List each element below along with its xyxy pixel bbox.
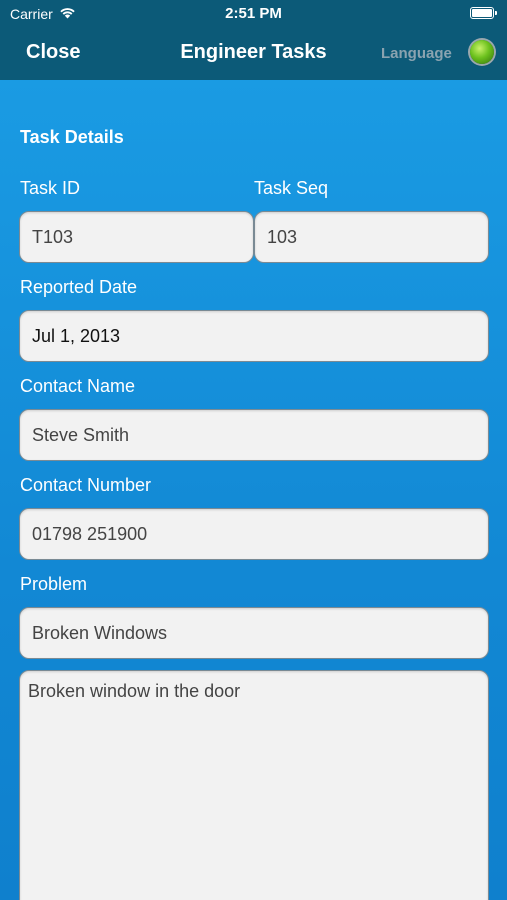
battery-fill xyxy=(472,9,492,17)
reported-date-field[interactable]: Jul 1, 2013 xyxy=(19,310,489,362)
contact-number-label: Contact Number xyxy=(20,475,152,495)
section-title: Task Details xyxy=(20,127,124,147)
status-time: 2:51 PM xyxy=(225,5,282,22)
task-seq-field[interactable]: 103 xyxy=(254,211,489,263)
contact-number-field[interactable]: 01798 251900 xyxy=(19,508,489,560)
battery-icon xyxy=(470,7,497,19)
task-id-label: Task ID xyxy=(20,178,81,198)
contact-name-label: Contact Name xyxy=(20,376,136,396)
task-id-field[interactable]: T103 xyxy=(19,211,254,263)
navigation-bar: Close Engineer Tasks Language xyxy=(0,28,507,80)
contact-name-field[interactable]: Steve Smith xyxy=(19,409,489,461)
task-details-form: Task Details Task ID Task Seq T103 103 R… xyxy=(0,80,507,900)
green-orb-icon[interactable] xyxy=(470,40,494,64)
language-button[interactable]: Language xyxy=(381,45,452,62)
problem-label: Problem xyxy=(20,574,88,594)
task-seq-label: Task Seq xyxy=(254,178,329,198)
reported-date-label: Reported Date xyxy=(20,277,138,297)
status-bar: Carrier 2:51 PM xyxy=(0,0,507,28)
problem-description-textarea[interactable]: Broken window in the door xyxy=(19,670,489,900)
problem-field[interactable]: Broken Windows xyxy=(19,607,489,659)
